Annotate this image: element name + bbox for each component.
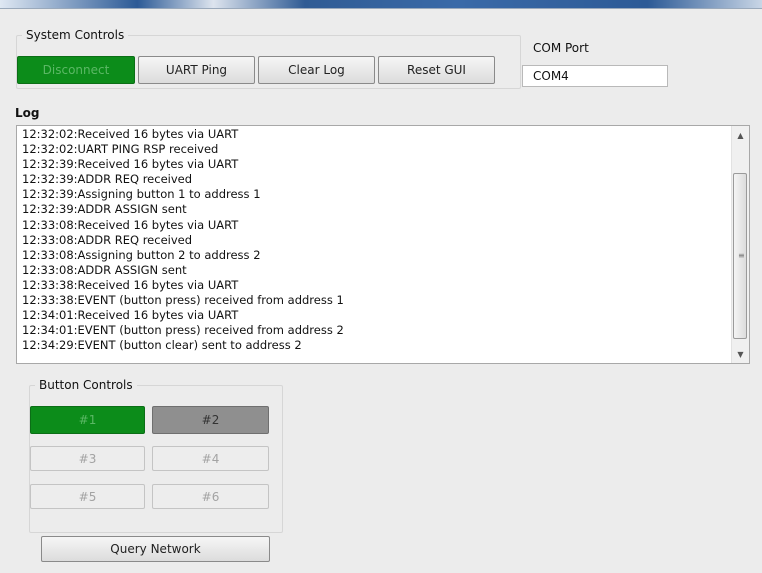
uart-ping-button[interactable]: UART Ping bbox=[138, 56, 255, 84]
log-lines: 12:32:02:Received 16 bytes via UART 12:32… bbox=[22, 127, 729, 353]
log-line: 12:33:08:Assigning button 2 to address 2 bbox=[22, 247, 261, 262]
button-controls-title: Button Controls bbox=[35, 378, 137, 392]
log-title: Log bbox=[15, 106, 40, 120]
button-3[interactable]: #3 bbox=[30, 446, 145, 471]
button-5[interactable]: #5 bbox=[30, 484, 145, 509]
window-title-strip bbox=[0, 0, 762, 8]
button-4[interactable]: #4 bbox=[152, 446, 269, 471]
title-divider bbox=[0, 8, 762, 9]
log-line: 12:32:39:Received 16 bytes via UART bbox=[22, 157, 239, 172]
log-line: 12:32:02:UART PING RSP received bbox=[22, 142, 219, 157]
com-port-label: COM Port bbox=[533, 41, 589, 55]
scroll-grip-icon: ≡ bbox=[738, 251, 745, 260]
button-2[interactable]: #2 bbox=[152, 406, 269, 434]
disconnect-button[interactable]: Disconnect bbox=[17, 56, 135, 84]
button-6[interactable]: #6 bbox=[152, 484, 269, 509]
com-port-field[interactable] bbox=[522, 65, 668, 87]
scroll-up-arrow-icon[interactable]: ▲ bbox=[732, 127, 749, 144]
log-line: 12:34:01:EVENT (button press) received f… bbox=[22, 323, 344, 338]
log-scrollbar[interactable]: ▲ ≡ ▼ bbox=[731, 126, 749, 363]
button-1[interactable]: #1 bbox=[30, 406, 145, 434]
reset-gui-button[interactable]: Reset GUI bbox=[378, 56, 495, 84]
log-line: 12:32:02:Received 16 bytes via UART bbox=[22, 127, 239, 141]
scroll-down-arrow-icon[interactable]: ▼ bbox=[732, 346, 749, 363]
log-line: 12:34:01:Received 16 bytes via UART bbox=[22, 308, 239, 323]
log-textarea[interactable]: 12:32:02:Received 16 bytes via UART 12:32… bbox=[16, 125, 750, 364]
log-line: 12:34:29:EVENT (button clear) sent to ad… bbox=[22, 338, 302, 353]
clear-log-button[interactable]: Clear Log bbox=[258, 56, 375, 84]
log-line: 12:33:08:ADDR REQ received bbox=[22, 232, 193, 247]
system-controls-title: System Controls bbox=[22, 28, 129, 42]
query-network-button[interactable]: Query Network bbox=[41, 536, 270, 562]
log-line: 12:33:08:ADDR ASSIGN sent bbox=[22, 262, 187, 277]
log-line: 12:33:38:EVENT (button press) received f… bbox=[22, 293, 344, 308]
log-line: 12:32:39:Assigning button 1 to address 1 bbox=[22, 187, 261, 202]
log-line: 12:32:39:ADDR REQ received bbox=[22, 172, 193, 187]
log-line: 12:33:38:Received 16 bytes via UART bbox=[22, 277, 239, 292]
log-line: 12:33:08:Received 16 bytes via UART bbox=[22, 217, 239, 232]
scroll-thumb[interactable]: ≡ bbox=[733, 173, 747, 339]
log-line: 12:32:39:ADDR ASSIGN sent bbox=[22, 202, 187, 217]
